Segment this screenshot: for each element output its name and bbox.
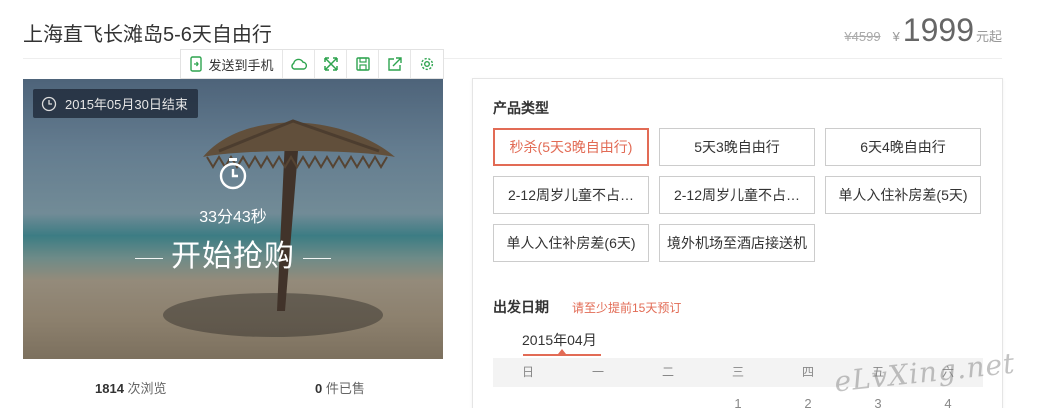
currency-symbol: ¥ [892, 29, 900, 44]
hero-image: 2015年05月30日结束 33分43秒 开始抢购 [23, 79, 443, 359]
option-single-supplement-5d[interactable]: 单人入住补房差(5天) [825, 176, 981, 214]
weekday-mon: 一 [591, 365, 604, 379]
calendar-day[interactable]: 4 [913, 396, 983, 408]
end-date-text: 2015年05月30日结束 [65, 97, 188, 112]
price-suffix: 元起 [975, 29, 1002, 44]
mobile-send-icon [190, 56, 203, 72]
calendar-day[interactable]: 2 [773, 396, 843, 408]
calendar-day [493, 396, 563, 408]
sold-count: 0 [315, 381, 323, 396]
weekday-wed: 三 [731, 365, 744, 379]
calendar-day [563, 396, 633, 408]
option-child-no-bed-2[interactable]: 2-12周岁儿童不占… [659, 176, 815, 214]
share-icon [387, 57, 402, 71]
send-to-phone-label: 发送到手机 [208, 57, 274, 73]
departure-date-label: 出发日期 [493, 299, 549, 315]
calendar-day[interactable]: 3 [843, 396, 913, 408]
title-divider [23, 58, 1002, 59]
option-airport-transfer[interactable]: 境外机场至酒店接送机 [659, 224, 815, 262]
save-icon [355, 57, 370, 71]
option-single-supplement-6d[interactable]: 单人入住补房差(6天) [493, 224, 649, 262]
current-price: 1999 [902, 12, 974, 48]
sold-stat: 0 件已售 [315, 378, 365, 397]
fullscreen-button[interactable] [315, 50, 347, 78]
product-type-label: 产品类型 [493, 100, 549, 116]
month-tab-caret [558, 349, 566, 354]
settings-button[interactable] [411, 50, 443, 78]
calendar-week-1: 1 2 3 4 [493, 396, 983, 408]
right-dash [303, 257, 331, 259]
product-title: 上海直飞长滩岛5-6天自由行 [23, 24, 272, 46]
option-5d3n[interactable]: 5天3晚自由行 [659, 128, 815, 166]
original-price: ¥4599 [844, 29, 881, 44]
send-to-phone-button[interactable]: 发送到手机 [181, 50, 283, 78]
save-button[interactable] [347, 50, 379, 78]
option-6d4n[interactable]: 6天4晚自由行 [825, 128, 981, 166]
cloud-button[interactable] [283, 50, 315, 78]
clock-icon [41, 96, 57, 111]
month-tab[interactable]: 2015年04月 [522, 330, 597, 350]
booking-notice: 请至少提前15天预订 [572, 301, 682, 315]
stopwatch-icon [219, 158, 247, 190]
start-buying-button[interactable]: 开始抢购 [23, 231, 443, 275]
end-date-badge: 2015年05月30日结束 [33, 89, 198, 118]
calendar-day[interactable]: 1 [703, 396, 773, 408]
settings-icon [420, 57, 434, 71]
share-toolbar: 发送到手机 [180, 49, 444, 79]
price-block: ¥4599 ¥ 1999 元起 [844, 12, 1002, 49]
option-flash-sale-5d3n[interactable]: 秒杀(5天3晚自由行) [493, 128, 649, 166]
calendar-day [633, 396, 703, 408]
month-tab-underline [523, 354, 601, 356]
option-child-no-bed-1[interactable]: 2-12周岁儿童不占… [493, 176, 649, 214]
countdown-timer: 33分43秒 [199, 209, 267, 226]
weekday-tue: 二 [661, 365, 674, 379]
left-dash [135, 257, 163, 259]
views-count: 1814 [95, 381, 124, 396]
expand-icon [323, 57, 338, 71]
views-stat: 1814 次浏览 [95, 378, 167, 397]
sold-label: 件已售 [325, 381, 365, 396]
buy-label: 开始抢购 [171, 240, 295, 273]
cloud-icon [290, 58, 307, 70]
views-label: 次浏览 [127, 381, 167, 396]
weekday-sun: 日 [521, 365, 534, 379]
share-button[interactable] [379, 50, 411, 78]
